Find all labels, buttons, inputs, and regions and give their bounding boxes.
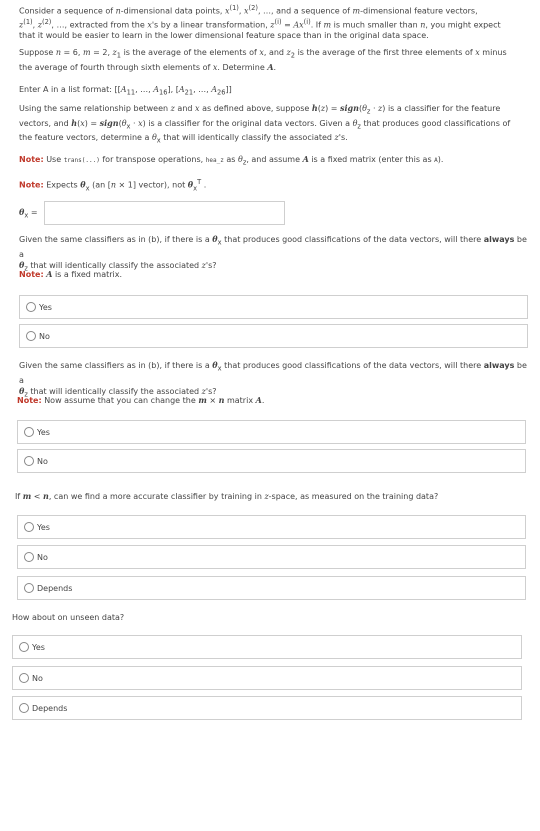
list-format-instruction: Enter A in a list format: [[A11, …, A16]… xyxy=(19,85,232,97)
radio-circle-icon[interactable] xyxy=(24,456,34,466)
radio-circle-icon[interactable] xyxy=(24,583,34,593)
question-c-note: Note: A is a fixed matrix. xyxy=(19,269,123,279)
radio-circle-icon[interactable] xyxy=(19,703,29,713)
radio-circle-icon[interactable] xyxy=(19,673,29,683)
radio-circle-icon[interactable] xyxy=(24,552,34,562)
q-e-option-yes[interactable]: Yes xyxy=(17,515,526,539)
question-d-note: Note: Now assume that you can change the… xyxy=(17,395,265,405)
theta-x-input[interactable] xyxy=(44,201,285,225)
problem-setup: Suppose n = 6, m = 2, z1 is the average … xyxy=(19,48,507,72)
note-transpose: Note: Use trans(...) for transpose opera… xyxy=(19,154,444,167)
radio-circle-icon[interactable] xyxy=(26,331,36,341)
question-e-text: If m < n, can we find a more accurate cl… xyxy=(15,491,439,501)
radio-circle-icon[interactable] xyxy=(26,302,36,312)
q-f-option-depends[interactable]: Depends xyxy=(12,696,522,720)
q-d-option-no[interactable]: No xyxy=(17,449,526,473)
radio-circle-icon[interactable] xyxy=(19,642,29,652)
q-f-option-no[interactable]: No xyxy=(12,666,522,690)
note-expects: Note: Expects θx (an [n × 1] vector), no… xyxy=(19,178,207,193)
radio-circle-icon[interactable] xyxy=(24,522,34,532)
q-c-option-no[interactable]: No xyxy=(19,324,528,348)
q-e-option-no[interactable]: No xyxy=(17,545,526,569)
radio-circle-icon[interactable] xyxy=(24,427,34,437)
q-f-option-yes[interactable]: Yes xyxy=(12,635,522,659)
problem-intro: Consider a sequence of n-dimensional dat… xyxy=(19,4,501,41)
theta-x-label: θx = xyxy=(19,207,38,220)
part-b-text: Using the same relationship between z an… xyxy=(19,103,511,145)
question-f-text: How about on unseen data? xyxy=(12,613,125,622)
q-e-option-depends[interactable]: Depends xyxy=(17,576,526,600)
q-d-option-yes[interactable]: Yes xyxy=(17,420,526,444)
q-c-option-yes[interactable]: Yes xyxy=(19,295,528,319)
